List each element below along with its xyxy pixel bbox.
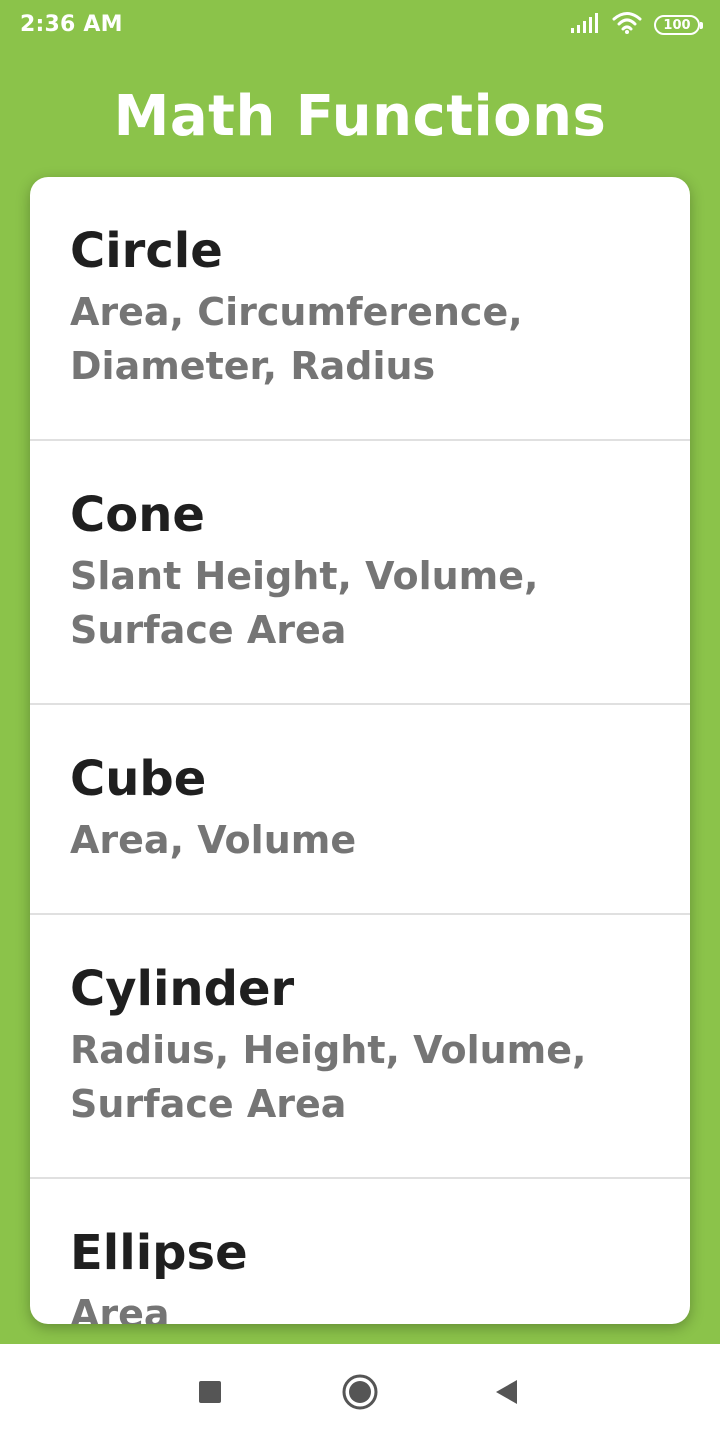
status-time: 2:36 AM <box>20 12 123 37</box>
functions-list: Circle Area, Circumference, Diameter, Ra… <box>30 177 690 1324</box>
list-item-title: Circle <box>70 223 223 279</box>
list-item-ellipse[interactable]: Ellipse Area <box>30 1179 690 1324</box>
wifi-icon <box>612 11 642 39</box>
navigation-bar <box>0 1344 720 1440</box>
list-item-subtitle: Area, Volume <box>70 818 357 862</box>
list-item-circle[interactable]: Circle Area, Circumference, Diameter, Ra… <box>30 177 690 441</box>
signal-icon <box>570 12 600 38</box>
battery-level: 100 <box>663 17 691 33</box>
back-icon[interactable] <box>484 1370 528 1414</box>
list-item-subtitle: Radius, Height, Volume, Surface Area <box>70 1028 587 1126</box>
list-item-title: Cylinder <box>70 961 295 1017</box>
list-item-title: Ellipse <box>70 1225 248 1281</box>
list-item-subtitle: Area <box>70 1292 170 1324</box>
status-icons: 100 <box>570 11 703 39</box>
list-item-title: Cube <box>70 751 207 807</box>
home-icon[interactable] <box>338 1370 382 1414</box>
list-item-title: Cone <box>70 487 205 543</box>
list-item-subtitle: Slant Height, Volume, Surface Area <box>70 554 539 652</box>
page-title: Math Functions <box>113 84 607 149</box>
list-item-cube[interactable]: Cube Area, Volume <box>30 705 690 915</box>
list-item-cylinder[interactable]: Cylinder Radius, Height, Volume, Surface… <box>30 915 690 1179</box>
list-item-subtitle: Area, Circumference, Diameter, Radius <box>70 290 523 388</box>
status-bar: 2:36 AM 100 <box>0 0 720 52</box>
battery-icon: 100 <box>654 15 703 35</box>
list-item-cone[interactable]: Cone Slant Height, Volume, Surface Area <box>30 441 690 705</box>
recents-icon[interactable] <box>188 1370 232 1414</box>
